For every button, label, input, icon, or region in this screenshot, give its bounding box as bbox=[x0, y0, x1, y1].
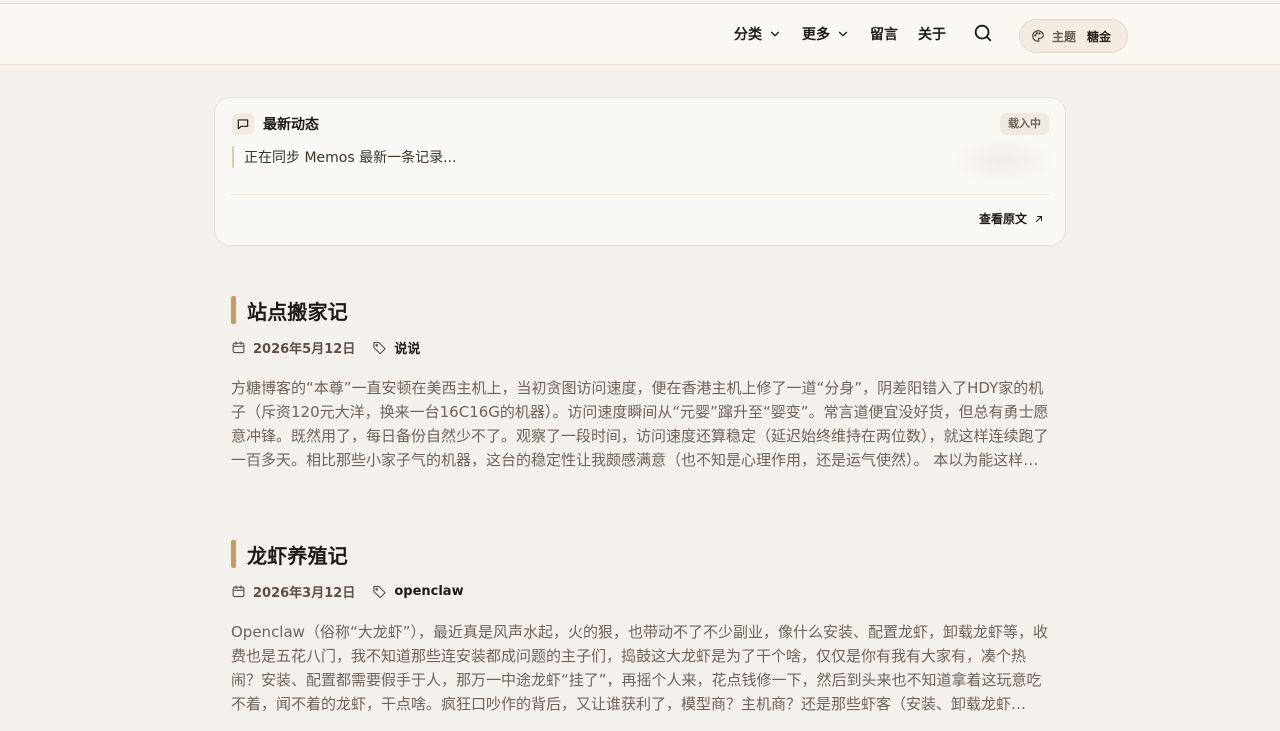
post-title[interactable]: 龙虾养殖记 bbox=[247, 540, 348, 569]
theme-switcher[interactable]: 主题 糖金 bbox=[1019, 19, 1128, 53]
tag-icon bbox=[373, 341, 387, 354]
theme-label: 主题 bbox=[1052, 29, 1077, 44]
loading-placeholder bbox=[955, 138, 1051, 184]
post-title-row: 龙虾养殖记 bbox=[231, 540, 1049, 568]
calendar-icon bbox=[232, 584, 245, 597]
post-excerpt: 方糖博客的“本尊”一直安顿在美西主机上，当初贪图访问速度，便在香港主机上修了一道… bbox=[231, 379, 1049, 469]
memos-card: 最新动态 载入中 正在同步 Memos 最新一条记录... 查看原文 bbox=[214, 97, 1066, 246]
post-meta: 2026年3月12日 openclaw bbox=[231, 582, 1049, 601]
post-date: 2026年5月12日 bbox=[231, 338, 355, 357]
post-card: 站点搬家记 2026年5月12日 说说 方糖博客的“本尊”一直安顿在美西主机上，… bbox=[231, 296, 1049, 487]
view-original-label: 查看原文 bbox=[978, 212, 1027, 226]
post-card: 龙虾养殖记 2026年3月12日 openclaw Openclaw（俗称“大龙… bbox=[231, 540, 1049, 731]
post-excerpt: Openclaw（俗称“大龙虾”），最近真是风声水起，火的狠，也带动不了不少副业… bbox=[231, 623, 1048, 713]
theme-value: 糖金 bbox=[1087, 29, 1112, 44]
tag-icon bbox=[373, 585, 387, 598]
nav-categories-label: 分类 bbox=[734, 27, 762, 43]
post-meta: 2026年5月12日 说说 bbox=[231, 338, 1049, 357]
post-tag-text[interactable]: openclaw bbox=[394, 584, 463, 599]
post-date-text: 2026年5月12日 bbox=[253, 341, 356, 357]
post-tag[interactable]: 说说 bbox=[372, 338, 420, 357]
nav-more-label: 更多 bbox=[802, 27, 830, 43]
calendar-icon bbox=[232, 340, 245, 353]
card-divider bbox=[231, 194, 1049, 195]
nav-categories[interactable]: 分类 bbox=[734, 24, 782, 44]
title-accent-bar bbox=[231, 540, 236, 568]
post-tag-text[interactable]: 说说 bbox=[394, 338, 420, 357]
nav-guestbook[interactable]: 留言 bbox=[870, 24, 898, 44]
post-title[interactable]: 站点搬家记 bbox=[247, 296, 348, 325]
quote-bar bbox=[232, 146, 234, 168]
search-icon[interactable] bbox=[972, 22, 994, 44]
chevron-down-icon bbox=[838, 31, 848, 37]
nav-more[interactable]: 更多 bbox=[802, 24, 850, 44]
nav-about[interactable]: 关于 bbox=[918, 24, 946, 44]
title-accent-bar bbox=[231, 296, 236, 324]
status-badge: 载入中 bbox=[1000, 113, 1049, 135]
post-title-row: 站点搬家记 bbox=[231, 296, 1049, 324]
memos-title: 最新动态 bbox=[263, 117, 319, 133]
arrow-up-right-icon bbox=[1035, 215, 1043, 222]
post-date: 2026年3月12日 bbox=[231, 582, 355, 601]
site-header: 分类 更多 留言 关于 主题 糖金 bbox=[0, 4, 1280, 65]
memos-card-header: 最新动态 bbox=[232, 113, 319, 135]
nav-about-label: 关于 bbox=[918, 27, 946, 43]
memos-sync-row: 正在同步 Memos 最新一条记录... bbox=[232, 146, 457, 168]
chevron-down-icon bbox=[770, 31, 780, 37]
palette-icon bbox=[1032, 30, 1044, 42]
post-tag[interactable]: openclaw bbox=[372, 584, 464, 599]
memos-sync-text: 正在同步 Memos 最新一条记录... bbox=[244, 150, 457, 166]
nav-guestbook-label: 留言 bbox=[870, 27, 898, 43]
view-original-link[interactable]: 查看原文 bbox=[979, 210, 1045, 227]
post-date-text: 2026年3月12日 bbox=[253, 585, 356, 601]
message-square-icon bbox=[232, 113, 254, 135]
